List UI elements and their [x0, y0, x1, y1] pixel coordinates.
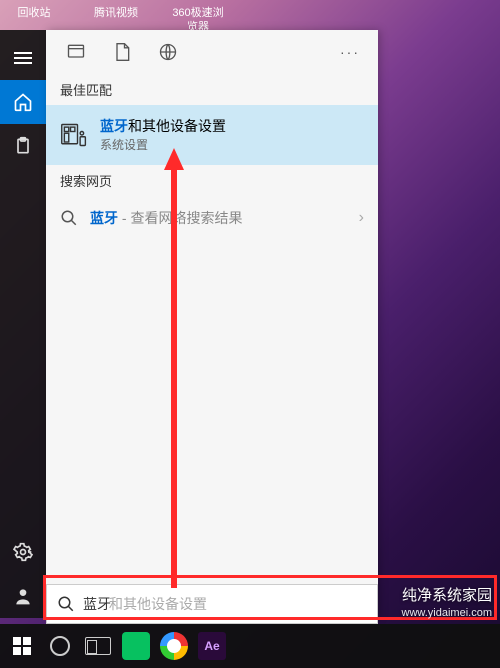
browser-button[interactable]	[156, 628, 192, 664]
watermark: 纯净系统家园 www.yidaimei.com	[402, 586, 492, 620]
more-button[interactable]: ···	[332, 44, 368, 60]
devices-icon	[60, 121, 88, 149]
clipboard-button[interactable]	[0, 124, 46, 168]
document-icon	[112, 42, 132, 62]
search-sidebar	[0, 30, 46, 618]
home-button[interactable]	[0, 80, 46, 124]
cortana-button[interactable]	[42, 628, 78, 664]
hamburger-icon	[14, 52, 32, 64]
web-result[interactable]: 蓝牙 - 查看网络搜索结果 ›	[46, 196, 378, 240]
ae-button[interactable]: Ae	[194, 628, 230, 664]
wechat-icon	[122, 632, 150, 660]
taskview-icon	[85, 637, 111, 655]
user-icon	[13, 586, 33, 606]
best-match-label: 最佳匹配	[46, 74, 378, 105]
search-box[interactable]: 和其他设备设置	[46, 584, 378, 624]
panel-filter-row: ···	[46, 30, 378, 74]
filter-web[interactable]	[148, 32, 188, 72]
wechat-button[interactable]	[118, 628, 154, 664]
home-icon	[13, 92, 33, 112]
best-match-subtitle: 系统设置	[100, 137, 226, 154]
web-section-label: 搜索网页	[46, 165, 378, 196]
best-match-title: 蓝牙和其他设备设置	[100, 117, 226, 137]
account-button[interactable]	[0, 574, 46, 618]
gear-icon	[13, 542, 33, 562]
search-icon	[57, 595, 75, 613]
taskbar: Ae	[0, 624, 500, 668]
filter-documents[interactable]	[102, 32, 142, 72]
globe-icon	[158, 42, 178, 62]
filter-apps[interactable]	[56, 32, 96, 72]
windows-icon	[13, 637, 31, 655]
browser-icon	[160, 632, 188, 660]
ae-icon: Ae	[198, 632, 226, 660]
settings-button[interactable]	[0, 530, 46, 574]
chevron-right-icon: ›	[359, 209, 364, 227]
search-input[interactable]	[83, 596, 367, 612]
start-button[interactable]	[4, 628, 40, 664]
web-result-text: 蓝牙 - 查看网络搜索结果	[90, 208, 242, 228]
apps-icon	[66, 42, 86, 62]
clipboard-icon	[13, 136, 33, 156]
menu-button[interactable]	[0, 36, 46, 80]
search-panel: ··· 最佳匹配 蓝牙和其他设备设置 系统设置 搜索网页 蓝牙 - 查看网络搜索…	[46, 30, 378, 618]
cortana-icon	[50, 636, 70, 656]
taskview-button[interactable]	[80, 628, 116, 664]
best-match-result[interactable]: 蓝牙和其他设备设置 系统设置	[46, 105, 378, 165]
search-icon	[60, 209, 78, 227]
